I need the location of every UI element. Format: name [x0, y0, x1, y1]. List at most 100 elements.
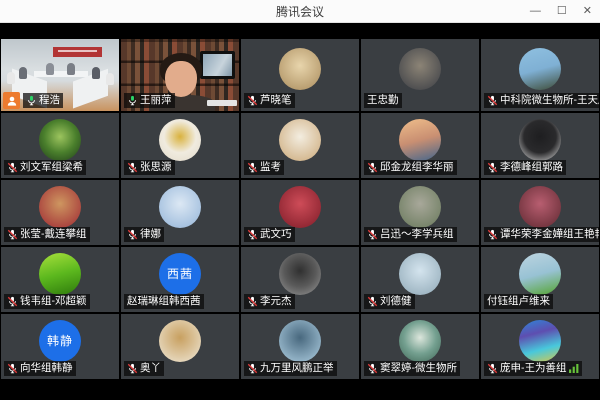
avatar-text: 韩静 — [39, 320, 81, 362]
close-icon[interactable]: ✕ — [583, 0, 592, 22]
participant-name-label: 监考 — [244, 160, 284, 175]
participant-tile[interactable]: 王忠勤 — [361, 39, 479, 111]
participant-name: 王丽萍 — [140, 93, 172, 108]
participant-name-label: 李德峰组郭路 — [484, 160, 566, 175]
avatar-cat-illustration — [279, 119, 321, 161]
participant-name-label: 向华组韩静 — [4, 361, 76, 376]
participant-name-label: 庞申-王为善组 — [484, 361, 582, 376]
participant-name-label: 芦晓笔 — [244, 93, 295, 108]
participant-name: 监考 — [260, 160, 281, 175]
participant-tile[interactable]: 中科院微生物所-王天威 — [481, 39, 599, 111]
presenter-person-icon — [6, 95, 18, 107]
avatar-cat-on-red — [39, 186, 81, 228]
participant-name-label: 奥丫 — [124, 361, 164, 376]
participant-tile[interactable]: 程浩 — [1, 39, 119, 111]
mic-muted-icon — [247, 229, 258, 240]
participant-tile[interactable]: 武文巧 — [241, 180, 359, 245]
network-signal-icon — [569, 364, 579, 373]
avatar-blue-feather — [159, 186, 201, 228]
participant-name: 李元杰 — [260, 294, 292, 309]
avatar-wind-turbines-field — [519, 253, 561, 295]
mic-muted-icon — [127, 162, 138, 173]
avatar-hand-with-toy — [159, 119, 201, 161]
tv-screen — [200, 51, 235, 80]
mic-muted-icon — [367, 162, 378, 173]
minimize-icon[interactable]: — — [530, 0, 541, 22]
participant-name: 窦翠婷-微生物所 — [380, 361, 457, 376]
mic-muted-icon — [487, 363, 498, 374]
mic-live-icon — [26, 95, 37, 106]
participant-name: 程浩 — [39, 93, 60, 108]
avatar-text: 西茜 — [159, 253, 201, 295]
participant-name: 赵瑞琳组韩西茜 — [127, 294, 201, 309]
mic-muted-icon — [367, 229, 378, 240]
maximize-icon[interactable]: ☐ — [557, 0, 567, 22]
participant-tile[interactable]: 监考 — [241, 113, 359, 178]
participant-tile[interactable]: 吕迅～李学兵组 — [361, 180, 479, 245]
participant-name: 钱韦组-邓超颖 — [20, 294, 87, 309]
participant-name-label: 程浩 — [23, 93, 63, 108]
mic-muted-icon — [367, 363, 378, 374]
participant-tile[interactable]: 张莹-戴连攀组 — [1, 180, 119, 245]
mic-muted-icon — [127, 229, 138, 240]
participant-tile[interactable]: 西茜 赵瑞琳组韩西茜 — [121, 247, 239, 312]
participant-name-label: 谭华荣李金嬅组王艳艳 — [484, 227, 599, 242]
participant-name: 武文巧 — [260, 227, 292, 242]
mic-muted-icon — [247, 296, 258, 307]
participant-name: 张思源 — [140, 160, 172, 175]
participant-tile[interactable]: 刘文军组梁希 — [1, 113, 119, 178]
red-banner — [53, 47, 103, 57]
participant-tile[interactable]: 芦晓笔 — [241, 39, 359, 111]
seated-person — [92, 67, 100, 79]
participant-tile[interactable]: 李德峰组郭路 — [481, 113, 599, 178]
participant-tile[interactable]: 邱金龙组李华丽 — [361, 113, 479, 178]
participant-tile[interactable]: 李元杰 — [241, 247, 359, 312]
participant-name-label: 武文巧 — [244, 227, 295, 242]
participant-tile[interactable]: 钱韦组-邓超颖 — [1, 247, 119, 312]
avatar-flower-petals — [519, 186, 561, 228]
participant-name: 李德峰组郭路 — [500, 160, 563, 175]
avatar-sunrise-sea — [399, 253, 441, 295]
participant-name-label: 吕迅～李学兵组 — [364, 227, 457, 242]
participant-name-label: 九万里风鹏正举 — [244, 361, 337, 376]
participant-tile[interactable]: 付钰组卢维来 — [481, 247, 599, 312]
participant-tile[interactable]: 韩静 向华组韩静 — [1, 314, 119, 379]
avatar-abstract-colorful — [519, 320, 561, 362]
participant-tile[interactable]: 王丽萍 — [121, 39, 239, 111]
participant-tile[interactable]: 谭华荣李金嬅组王艳艳 — [481, 180, 599, 245]
mic-muted-icon — [7, 296, 18, 307]
seated-person — [19, 67, 27, 79]
participant-name: 九万里风鹏正举 — [260, 361, 334, 376]
participant-name-label: 李元杰 — [244, 294, 295, 309]
participant-tile[interactable]: 张思源 — [121, 113, 239, 178]
participant-name: 刘文军组梁希 — [20, 160, 83, 175]
participant-tile[interactable]: 庞申-王为善组 — [481, 314, 599, 379]
participant-tile[interactable]: 九万里风鹏正举 — [241, 314, 359, 379]
participant-tile[interactable]: 窦翠婷-微生物所 — [361, 314, 479, 379]
mic-muted-icon — [7, 162, 18, 173]
mic-muted-icon — [247, 162, 258, 173]
tencent-meeting-window: 腾讯会议 — ☐ ✕ 程浩 — [0, 0, 600, 399]
title-bar[interactable]: 腾讯会议 — ☐ ✕ — [0, 0, 600, 23]
avatar-forest-fisheye — [39, 119, 81, 161]
avatar-text: 西茜 — [167, 265, 193, 282]
avatar-breaching-whale — [279, 320, 321, 362]
participant-tile[interactable]: 刘德健 — [361, 247, 479, 312]
mic-muted-icon — [7, 229, 18, 240]
avatar-succulent-plant — [399, 186, 441, 228]
participant-name-label: 王丽萍 — [124, 93, 175, 108]
avatar-sky-landscape — [519, 48, 561, 90]
avatar-anime-boy — [519, 119, 561, 161]
participant-tile[interactable]: 奥丫 — [121, 314, 239, 379]
participant-name-label: 刘德健 — [364, 294, 415, 309]
avatar-dark-hooded-figure — [279, 253, 321, 295]
avatar-text: 韩静 — [47, 332, 73, 349]
participant-name: 王忠勤 — [367, 93, 399, 108]
meeting-table — [34, 71, 88, 77]
mic-muted-icon — [247, 95, 258, 106]
avatar-couple-photo — [399, 48, 441, 90]
participant-tile[interactable]: 律娜 — [121, 180, 239, 245]
participant-name-label: 付钰组卢维来 — [484, 294, 553, 309]
mic-muted-icon — [247, 363, 258, 374]
presenter-badge — [3, 92, 20, 109]
